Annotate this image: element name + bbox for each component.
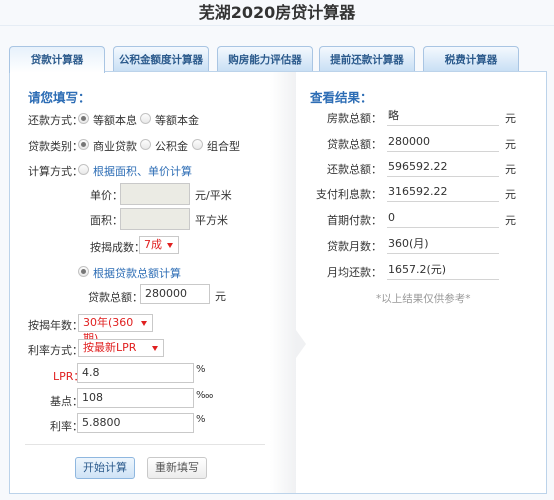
result-value: 316592.22 [387,185,499,202]
radio-commercial-loan-label[interactable]: 商业贷款 [93,138,137,154]
mortgage-ratio-label: 按揭成数： [90,241,145,254]
rate-input[interactable]: 5.8800 [77,413,194,433]
tab-purchase-ability-assessor[interactable]: 购房能力评估器 [217,46,313,72]
radio-by-area-label[interactable]: 根据面积、单价计算 [93,163,192,179]
reset-button[interactable]: 重新填写 [147,457,207,479]
loan-total-label: 贷款总额： [88,291,143,304]
unit-price-label: 单价： [90,189,123,202]
chevron-down-icon [167,243,173,248]
tab-prepayment-calculator[interactable]: 提前还款计算器 [319,46,415,72]
radio-combined-label[interactable]: 组合型 [207,138,240,154]
rate-method-value: 按最新LPR [83,341,137,354]
lpr-unit: % [196,364,206,375]
loan-total-input[interactable]: 280000 [140,284,210,304]
area-unit: 平方米 [195,214,228,227]
form-heading: 请您填写： [28,90,91,105]
results-heading: 查看结果： [310,90,373,105]
loan-type-label: 贷款类别： [28,140,83,153]
results-disclaimer: *以上结果仅供参考* [376,293,471,305]
mortgage-ratio-select[interactable]: 7成 [139,236,179,254]
radio-by-area[interactable] [78,164,89,175]
radio-by-loan-total-label[interactable]: 根据贷款总额计算 [93,265,181,281]
repay-method-label: 还款方式： [28,114,83,127]
area-input[interactable] [120,208,190,230]
chevron-down-icon [152,346,158,351]
radio-commercial-loan[interactable] [78,139,89,150]
radio-by-loan-total[interactable] [78,266,89,277]
result-value: 略 [387,109,499,126]
radio-equal-principal-label[interactable]: 等额本金 [155,112,199,128]
chevron-down-icon [141,321,147,326]
loan-total-unit: 元 [215,290,226,303]
radio-provident-fund[interactable] [140,139,151,150]
tab-loan-calculator[interactable]: 贷款计算器 [9,46,105,73]
result-label: 贷款总额： [327,138,382,151]
unit-price-input[interactable] [120,183,190,205]
result-value: 0 [387,211,499,228]
tab-provident-fund-calculator[interactable]: 公积金额度计算器 [113,46,209,72]
basis-points-input[interactable]: 108 [77,388,194,408]
rate-unit: % [196,414,206,425]
panel-separator [270,72,296,493]
separator-arrow [296,330,306,358]
radio-equal-installment[interactable] [78,113,89,124]
radio-equal-installment-label[interactable]: 等额本息 [93,112,137,128]
tab-tax-calculator[interactable]: 税费计算器 [423,46,519,72]
radio-equal-principal[interactable] [140,113,151,124]
mortgage-ratio-value: 7成 [144,238,162,251]
result-unit: 元 [505,112,516,125]
result-label: 房款总额： [327,112,382,125]
form-divider [25,444,265,445]
radio-combined[interactable] [192,139,203,150]
calculate-button[interactable]: 开始计算 [75,457,135,479]
page-title: 芜湖2020房贷计算器 [0,0,554,26]
result-label: 首期付款： [327,214,382,227]
result-label: 贷款月数： [327,240,382,253]
rate-method-label: 利率方式： [28,344,83,357]
result-label: 支付利息款： [316,188,382,201]
mortgage-years-select[interactable]: 30年(360期) [78,314,153,345]
result-value: 1657.2(元) [387,263,499,280]
result-value: 596592.22 [387,160,499,177]
unit-price-unit: 元/平米 [195,189,232,202]
result-unit: 元 [505,163,516,176]
basis-points-unit: ‱ [196,390,214,401]
result-label: 月均还款： [327,266,382,279]
result-value: 360(月) [387,237,499,254]
result-label: 还款总额： [327,163,382,176]
area-label: 面积： [90,214,123,227]
result-unit: 元 [505,138,516,151]
lpr-input[interactable]: 4.8 [77,363,194,383]
radio-provident-fund-label[interactable]: 公积金 [155,138,188,154]
result-unit: 元 [505,214,516,227]
mortgage-years-label: 按揭年数： [28,319,83,332]
calc-method-label: 计算方式： [28,165,83,178]
rate-method-select[interactable]: 按最新LPR [78,339,164,357]
result-value: 280000 [387,135,499,152]
result-unit: 元 [505,188,516,201]
calculator-panel: 请您填写： 还款方式： 等额本息 等额本金 贷款类别： 商业贷款 公积金 组合型… [9,71,547,494]
